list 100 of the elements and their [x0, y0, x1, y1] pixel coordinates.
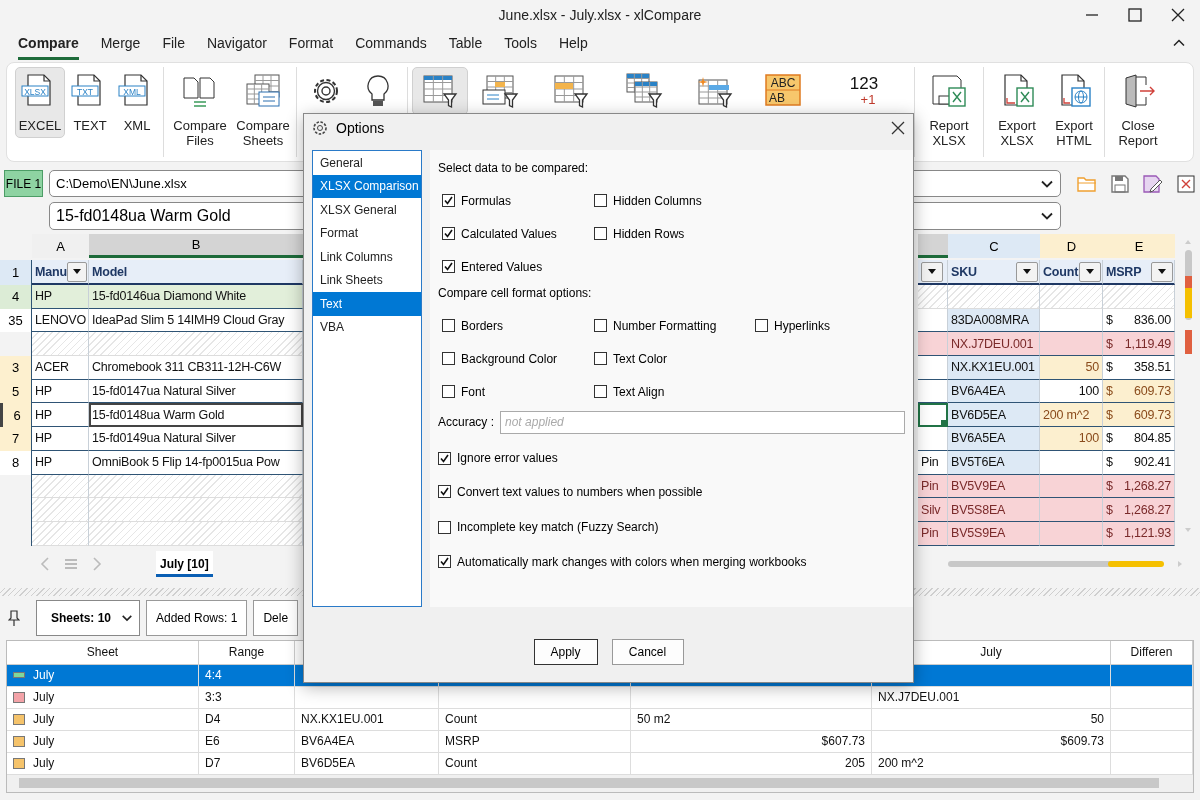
- checkbox[interactable]: [438, 555, 451, 568]
- checkbox[interactable]: [442, 260, 455, 273]
- checkbox[interactable]: [442, 385, 455, 398]
- column-header[interactable]: C: [948, 234, 1040, 258]
- caret-icon: [1022, 268, 1032, 275]
- checkbox[interactable]: [438, 485, 451, 498]
- section-item[interactable]: VBA: [313, 315, 421, 339]
- filter-dropdown-button[interactable]: [1079, 261, 1101, 282]
- row-number: 4: [0, 285, 32, 309]
- checkbox[interactable]: [442, 194, 455, 207]
- checkbox[interactable]: [438, 520, 451, 534]
- ribbon-button[interactable]: XLSX EXCEL: [15, 67, 65, 138]
- column-header[interactable]: Differen: [1111, 640, 1193, 665]
- menu-tab[interactable]: Table: [448, 35, 483, 60]
- table-cell: $ 609.73: [1103, 379, 1175, 404]
- menu-tab[interactable]: Merge: [100, 35, 141, 60]
- table-row[interactable]: July D4 NX.KX1EU.001 Count 50 m2 50: [7, 708, 1193, 731]
- menu-tab[interactable]: File: [162, 35, 185, 60]
- section-item[interactable]: Text: [313, 292, 421, 316]
- checkbox[interactable]: [755, 319, 768, 332]
- option-label: Incomplete key match (Fuzzy Search): [457, 520, 659, 534]
- edit-file-icon[interactable]: [1143, 174, 1163, 193]
- ribbon-button[interactable]: [412, 67, 468, 115]
- table-cell: BV6A5EA: [948, 427, 1040, 451]
- sheets-dropdown[interactable]: Sheets: 10: [36, 599, 140, 636]
- maximize-icon[interactable]: [1128, 8, 1142, 22]
- column-header[interactable]: E: [1103, 234, 1175, 258]
- filter-button[interactable]: Added Rows: 1: [146, 599, 248, 636]
- ribbon-button[interactable]: Close Report: [1109, 67, 1167, 153]
- table-cell: 100: [1040, 379, 1103, 404]
- table-cell: 200 m^2: [872, 752, 1111, 775]
- checkbox[interactable]: [438, 451, 451, 465]
- column-header[interactable]: D: [1040, 234, 1103, 258]
- dialog-button[interactable]: Apply: [533, 638, 598, 665]
- checkbox[interactable]: [442, 227, 455, 240]
- section-heading: Select data to be compared:: [438, 160, 590, 177]
- table-cell: July: [33, 734, 55, 749]
- section-heading: Compare cell format options:: [438, 285, 593, 302]
- save-icon[interactable]: [1111, 174, 1129, 193]
- ribbon-button[interactable]: ABC AB: [750, 67, 816, 115]
- option-label: Automatically mark changes with colors when merging workbooks: [457, 554, 807, 569]
- table-cell: July: [33, 690, 55, 705]
- ribbon-button[interactable]: TXT TEXT: [67, 67, 113, 138]
- ribbon-button[interactable]: XML XML: [115, 67, 159, 138]
- header-label: Model: [92, 264, 128, 279]
- column-header[interactable]: B: [89, 234, 303, 258]
- close-icon[interactable]: [891, 121, 905, 135]
- settings-icon: [312, 120, 328, 136]
- section-item[interactable]: Link Columns: [313, 245, 421, 269]
- dialog-button[interactable]: Cancel: [611, 638, 684, 665]
- table-cell: E6: [199, 730, 295, 753]
- table-row[interactable]: July E6 BV6A4EA MSRP $607.73 $609.73: [7, 730, 1193, 753]
- table-row[interactable]: July 3:3 NX.J7DEU.001: [7, 686, 1193, 709]
- menu-tab[interactable]: Help: [558, 35, 588, 60]
- ribbon-button[interactable]: Compare Sheets: [234, 67, 292, 153]
- row-number: 35: [0, 308, 32, 333]
- accuracy-field[interactable]: not applied: [500, 410, 905, 434]
- checkbox[interactable]: [442, 319, 455, 332]
- ribbon-button[interactable]: Report XLSX: [919, 67, 979, 153]
- checkbox[interactable]: [594, 227, 607, 240]
- checkbox[interactable]: [594, 352, 607, 365]
- pin-icon[interactable]: [8, 609, 20, 626]
- section-item[interactable]: Format: [313, 221, 421, 245]
- filter-dropdown-button[interactable]: [921, 261, 943, 282]
- column-header[interactable]: [918, 234, 948, 258]
- table-cell: Pin: [918, 450, 948, 475]
- close-file-icon[interactable]: [1177, 174, 1195, 193]
- checkbox[interactable]: [442, 352, 455, 365]
- menu-tab[interactable]: Commands: [355, 35, 427, 60]
- filter-dropdown-button[interactable]: [1016, 261, 1038, 282]
- section-item[interactable]: XLSX General: [313, 198, 421, 222]
- menu-tab[interactable]: Format: [288, 35, 334, 60]
- section-item[interactable]: Link Sheets: [313, 268, 421, 292]
- table-row[interactable]: July D7 BV6D5EA Count 205 200 m^2: [7, 752, 1193, 775]
- section-item[interactable]: XLSX Comparison: [313, 174, 421, 198]
- column-header[interactable]: Sheet: [7, 640, 199, 665]
- table-cell: 15-fd0149ua Natural Silver: [89, 427, 303, 451]
- ribbon-button[interactable]: Compare Files: [168, 67, 232, 153]
- filter-button[interactable]: Dele: [253, 599, 299, 636]
- table-cell: BV5V9EA: [948, 474, 1040, 499]
- ribbon-button[interactable]: Export XLSX: [988, 67, 1046, 153]
- save-report-icon: [929, 72, 969, 110]
- checkbox[interactable]: [594, 385, 607, 398]
- horizontal-scrollbar[interactable]: [948, 558, 1184, 569]
- table-cell: 15-fd0146ua Diamond White: [89, 285, 303, 309]
- ribbon-button[interactable]: Export HTML: [1048, 67, 1100, 153]
- table-cell: HP: [32, 403, 89, 428]
- menu-tab[interactable]: Tools: [504, 35, 537, 60]
- ribbon-button[interactable]: 123 +1: [818, 67, 910, 115]
- menu-tab[interactable]: Navigator: [206, 35, 267, 60]
- sheet-tab[interactable]: July [10]: [156, 550, 213, 577]
- section-item[interactable]: General: [313, 151, 421, 175]
- checkbox[interactable]: [594, 194, 607, 207]
- filter-dropdown-button[interactable]: [1151, 261, 1173, 282]
- table-cell: NX.J7DEU.001: [872, 686, 1111, 709]
- checkbox[interactable]: [594, 319, 607, 332]
- option-label: Entered Values: [461, 259, 543, 274]
- column-header[interactable]: Range: [199, 640, 295, 665]
- close-icon[interactable]: [1171, 8, 1186, 22]
- filter-dropdown-button[interactable]: [66, 261, 87, 282]
